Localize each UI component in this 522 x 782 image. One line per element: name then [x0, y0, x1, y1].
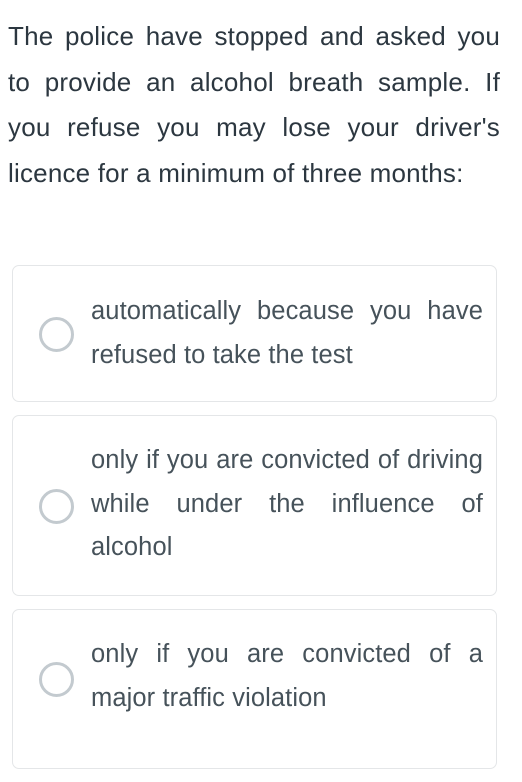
- answer-option-label: only if you are convicted of a major tra…: [91, 640, 483, 712]
- radio-button-icon[interactable]: [39, 662, 74, 697]
- answer-option-1[interactable]: automatically because you have refused t…: [12, 265, 497, 402]
- answer-option-2[interactable]: only if you are convicted of driving whi…: [12, 415, 497, 596]
- radio-button-icon[interactable]: [39, 488, 74, 524]
- answer-options: automatically because you have refused t…: [12, 265, 497, 782]
- radio-button-icon[interactable]: [39, 316, 74, 352]
- answer-option-label: automatically because you have refused t…: [91, 297, 483, 369]
- answer-option-3[interactable]: only if you are convicted of a major tra…: [12, 609, 497, 769]
- answer-option-label: only if you are convicted of driving whi…: [91, 446, 483, 561]
- question-text: The police have stopped and asked you to…: [8, 21, 500, 188]
